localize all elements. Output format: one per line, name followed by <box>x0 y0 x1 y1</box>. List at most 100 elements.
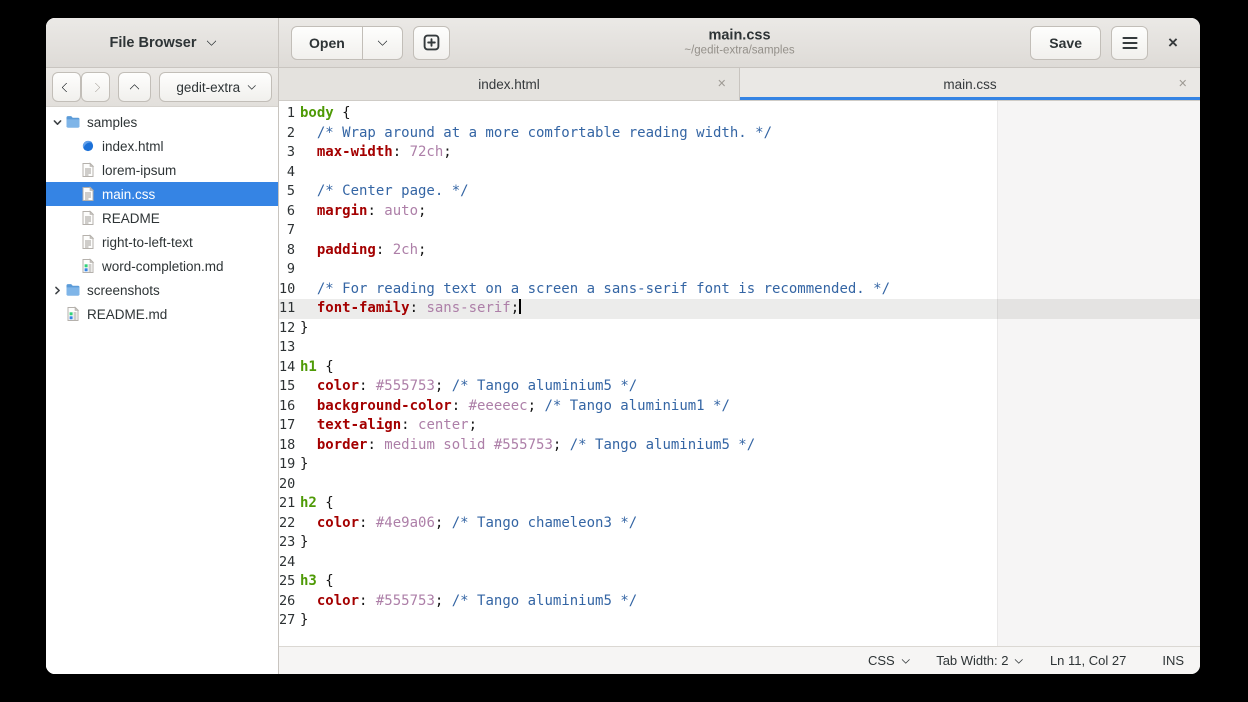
line-number: 27 <box>279 611 300 631</box>
tree-item-label: README.md <box>87 307 167 322</box>
panel-title: File Browser <box>109 35 196 51</box>
tree-item-label: main.css <box>102 187 155 202</box>
window-title-area: main.css ~/gedit-extra/samples <box>684 27 794 58</box>
chevron-right-icon <box>91 82 101 92</box>
text-icon <box>80 186 96 202</box>
menu-button[interactable] <box>1111 26 1148 60</box>
tab-close-button[interactable]: × <box>718 76 726 92</box>
close-icon: × <box>1168 33 1178 53</box>
line-number: 24 <box>279 553 300 573</box>
back-button[interactable] <box>52 72 81 102</box>
chevron-down-icon <box>902 655 910 663</box>
line-number: 6 <box>279 202 300 222</box>
line-number: 1 <box>279 104 300 124</box>
document-path: ~/gedit-extra/samples <box>684 44 794 58</box>
html-icon <box>80 138 96 154</box>
tree-item-word-completion.md[interactable]: word-completion.md <box>46 254 278 278</box>
tree-item-label: right-to-left-text <box>102 235 193 250</box>
tab-bar: index.html × main.css × <box>279 68 1200 101</box>
editor-column: Open main.css ~/gedit-extra/samples Save… <box>279 18 1200 674</box>
line-number: 16 <box>279 397 300 417</box>
tab-width-selector[interactable]: Tab Width: 2 <box>936 653 1022 668</box>
markdown-icon <box>65 306 81 322</box>
line-number: 26 <box>279 592 300 612</box>
line-number: 12 <box>279 319 300 339</box>
language-selector[interactable]: CSS <box>868 653 908 668</box>
close-window-button[interactable]: × <box>1158 26 1188 60</box>
open-recent-dropdown-button[interactable] <box>363 26 403 60</box>
line-number: 17 <box>279 416 300 436</box>
folder-icon <box>65 114 81 130</box>
tree-item-label: lorem-ipsum <box>102 163 176 178</box>
tree-item-screenshots[interactable]: screenshots <box>46 278 278 302</box>
tab-label: index.html <box>478 77 540 92</box>
tab-main.css[interactable]: main.css × <box>739 68 1200 100</box>
tab-close-button[interactable]: × <box>1179 76 1187 92</box>
line-number: 18 <box>279 436 300 456</box>
line-number: 23 <box>279 533 300 553</box>
cursor-position-label: Ln 11, Col 27 <box>1050 653 1126 668</box>
language-label: CSS <box>868 653 895 668</box>
location-label: gedit-extra <box>176 80 240 95</box>
insert-mode-label: INS <box>1162 653 1184 668</box>
right-margin-overlay <box>997 101 1200 646</box>
tree-item-label: word-completion.md <box>102 259 224 274</box>
line-number: 4 <box>279 163 300 183</box>
tree-item-README[interactable]: README <box>46 206 278 230</box>
file-browser-toolbar: gedit-extra <box>46 68 278 107</box>
chevron-down-icon <box>1015 655 1023 663</box>
tree-item-label: screenshots <box>87 283 160 298</box>
tab-label: main.css <box>943 77 996 92</box>
document-title: main.css <box>684 27 794 44</box>
line-number: 21 <box>279 494 300 514</box>
file-tree: samples index.html lorem-ipsum main.css READ… <box>46 107 278 674</box>
line-number: 8 <box>279 241 300 261</box>
save-button[interactable]: Save <box>1030 26 1101 60</box>
chevron-down-icon <box>248 82 256 90</box>
chevron-down-icon[interactable] <box>50 117 65 128</box>
tree-item-samples[interactable]: samples <box>46 110 278 134</box>
line-number: 22 <box>279 514 300 534</box>
header-right-group: Save × <box>1022 26 1188 60</box>
editor[interactable]: 1body {2 /* Wrap around at a more comfor… <box>279 101 1200 646</box>
line-number: 25 <box>279 572 300 592</box>
tree-item-README.md[interactable]: README.md <box>46 302 278 326</box>
new-tab-icon <box>423 34 440 51</box>
folder-icon <box>65 282 81 298</box>
text-icon <box>80 210 96 226</box>
cursor-position-button[interactable]: Ln 11, Col 27 <box>1050 653 1126 668</box>
text-cursor <box>519 299 521 314</box>
chevron-right-icon[interactable] <box>50 285 65 296</box>
line-number: 20 <box>279 475 300 495</box>
line-number: 9 <box>279 260 300 280</box>
open-split-button: Open <box>291 26 403 60</box>
line-number: 13 <box>279 338 300 358</box>
tree-item-right-to-left-text[interactable]: right-to-left-text <box>46 230 278 254</box>
history-button-group <box>52 72 110 102</box>
new-tab-button[interactable] <box>413 26 450 60</box>
header-bar: Open main.css ~/gedit-extra/samples Save… <box>279 18 1200 68</box>
parent-folder-button[interactable] <box>118 72 151 102</box>
chevron-down-icon <box>206 36 216 46</box>
status-bar: CSS Tab Width: 2 Ln 11, Col 27 INS <box>279 646 1200 674</box>
text-icon <box>80 234 96 250</box>
tab-width-label: Tab Width: 2 <box>936 653 1008 668</box>
line-number: 19 <box>279 455 300 475</box>
tree-item-main.css[interactable]: main.css <box>46 182 278 206</box>
line-number: 10 <box>279 280 300 300</box>
location-dropdown[interactable]: gedit-extra <box>159 72 272 102</box>
line-number: 3 <box>279 143 300 163</box>
panel-switcher-button[interactable]: File Browser <box>46 18 278 68</box>
tab-index.html[interactable]: index.html × <box>279 68 739 100</box>
forward-button[interactable] <box>81 72 110 102</box>
line-number: 2 <box>279 124 300 144</box>
hamburger-menu-icon <box>1122 36 1138 50</box>
tree-item-label: samples <box>87 115 137 130</box>
file-browser-panel: File Browser gedit-extra samples index.ht… <box>46 18 279 674</box>
text-icon <box>80 162 96 178</box>
open-button[interactable]: Open <box>291 26 363 60</box>
tree-item-lorem-ipsum[interactable]: lorem-ipsum <box>46 158 278 182</box>
chevron-down-icon <box>377 36 387 46</box>
chevron-up-icon <box>130 83 140 93</box>
tree-item-index.html[interactable]: index.html <box>46 134 278 158</box>
